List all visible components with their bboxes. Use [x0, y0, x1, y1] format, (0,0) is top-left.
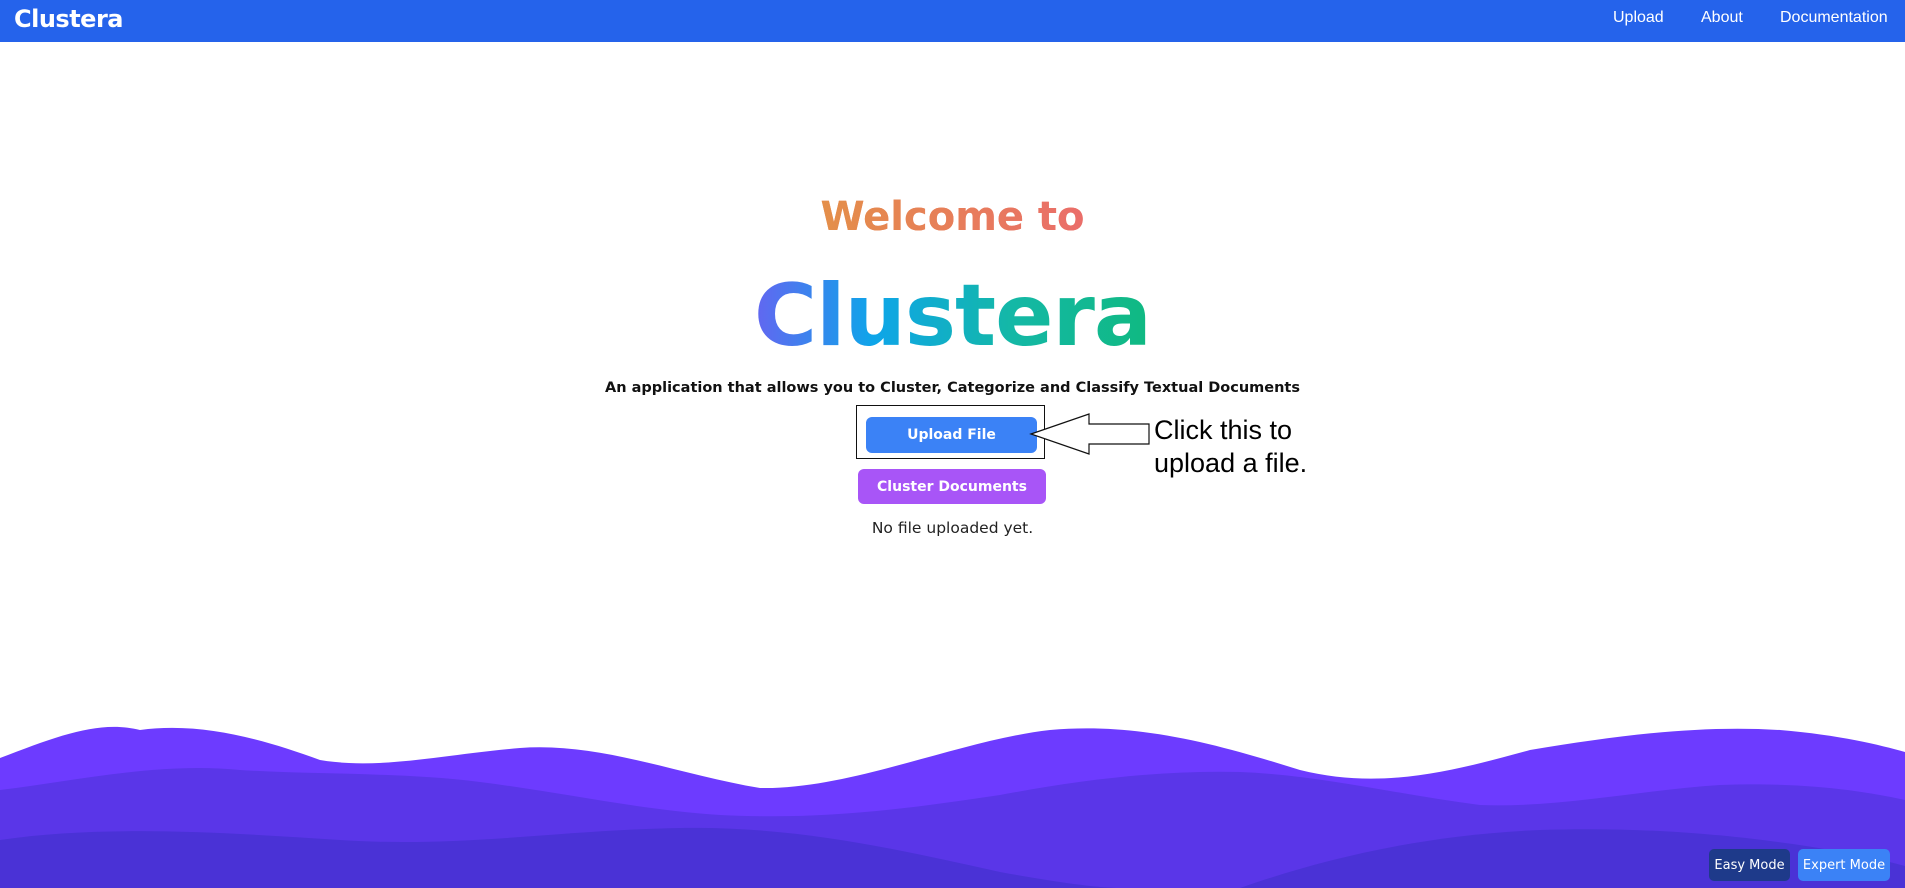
tagline: An application that allows you to Cluste… [604, 380, 1300, 396]
upload-file-button[interactable]: Upload File [866, 417, 1037, 453]
app-title: Clustera [754, 266, 1152, 366]
easy-mode-button[interactable]: Easy Mode [1709, 849, 1790, 881]
callout-arrow-icon [1029, 413, 1150, 455]
nav-link-upload[interactable]: Upload [1613, 9, 1664, 27]
footer-waves [0, 726, 1905, 888]
callout-line-1: Click this to [1154, 415, 1293, 445]
nav-link-about[interactable]: About [1701, 9, 1743, 27]
nav-link-documentation[interactable]: Documentation [1780, 9, 1888, 27]
welcome-heading: Welcome to [0, 193, 1905, 241]
brand-logo[interactable]: Clustera [14, 5, 124, 33]
expert-mode-button[interactable]: Expert Mode [1798, 849, 1890, 881]
cluster-documents-button[interactable]: Cluster Documents [858, 469, 1046, 504]
upload-status-text: No file uploaded yet. [871, 519, 1034, 537]
callout-text: Click this to upload a file. [1154, 414, 1354, 480]
top-navbar: Clustera Upload About Documentation [0, 0, 1905, 42]
callout-line-2: upload a file. [1154, 448, 1308, 478]
